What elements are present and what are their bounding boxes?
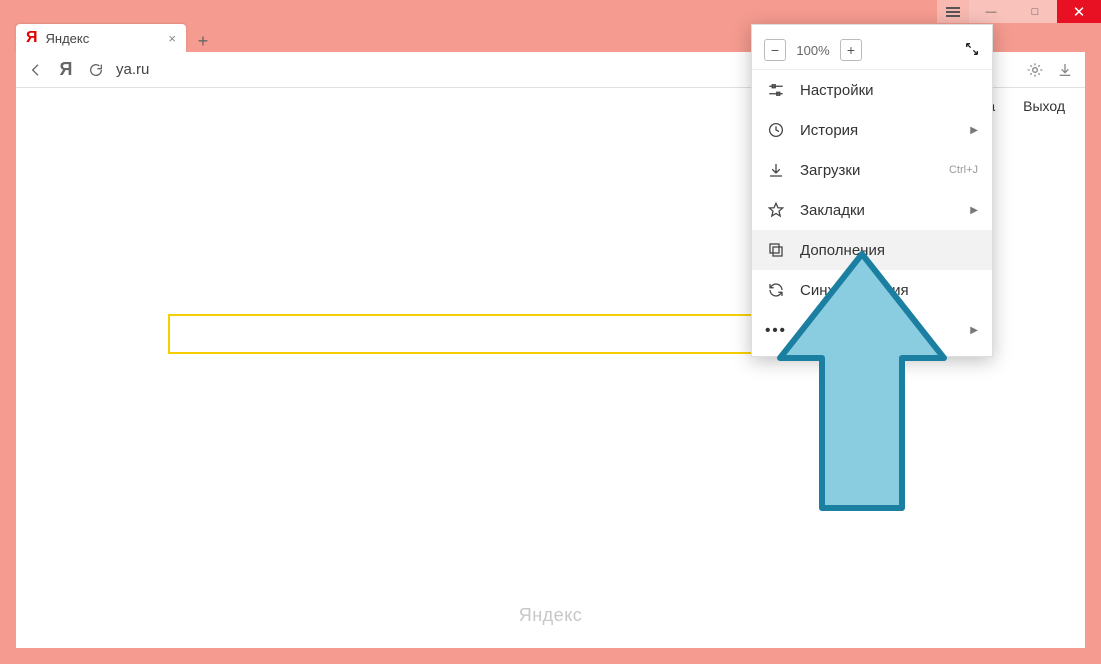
menu-item-extensions[interactable]: Дополнения [752, 230, 992, 270]
zoom-row: − 100% + [752, 31, 992, 70]
menu-label: Настройки [800, 82, 978, 99]
window-minimize-button[interactable]: — [969, 0, 1013, 23]
dots-icon: ••• [766, 322, 786, 339]
reload-button[interactable] [82, 56, 110, 84]
window-maximize-button[interactable]: □ [1013, 0, 1057, 23]
yandex-home-icon[interactable]: Я [52, 56, 80, 84]
titlebar: — □ ✕ [937, 0, 1101, 23]
clock-icon [766, 121, 786, 139]
menu-shortcut: Ctrl+J [949, 164, 978, 176]
menu-label: Загрузки [800, 162, 935, 179]
page-brand-text: Яндекс [519, 605, 583, 626]
sliders-icon [766, 81, 786, 99]
star-icon [766, 201, 786, 219]
menu-item-settings[interactable]: Настройки [752, 70, 992, 110]
tab-close-icon[interactable]: × [168, 31, 176, 46]
download-icon [766, 161, 786, 179]
menu-item-bookmarks[interactable]: Закладки ▶ [752, 190, 992, 230]
settings-gear-button[interactable] [1021, 56, 1049, 84]
main-menu: − 100% + Настройки История ▶ Загрузки Ct… [751, 24, 993, 357]
nav-back-button[interactable] [22, 56, 50, 84]
submenu-arrow-icon: ▶ [970, 325, 978, 336]
menu-item-history[interactable]: История ▶ [752, 110, 992, 150]
tab-title: Яндекс [46, 31, 161, 46]
menu-item-more[interactable]: ••• Дополнительно ▶ [752, 310, 992, 350]
zoom-in-button[interactable]: + [840, 39, 862, 61]
menu-label: Синхронизация [800, 282, 978, 299]
new-tab-button[interactable]: + [192, 30, 214, 52]
menu-item-downloads[interactable]: Загрузки Ctrl+J [752, 150, 992, 190]
menu-item-sync[interactable]: Синхронизация [752, 270, 992, 310]
menu-label: История [800, 122, 956, 139]
sync-icon [766, 281, 786, 299]
yandex-favicon-icon: Я [26, 29, 38, 47]
fullscreen-button[interactable] [964, 41, 980, 60]
submenu-arrow-icon: ▶ [970, 205, 978, 216]
downloads-button[interactable] [1051, 56, 1079, 84]
menu-label: Закладки [800, 202, 956, 219]
browser-tab[interactable]: Я Яндекс × [16, 24, 186, 52]
menu-label: Дополнительно [800, 322, 956, 339]
toolbar-right [1021, 56, 1079, 84]
tabstrip: Я Яндекс × + [16, 24, 214, 52]
menu-label: Дополнения [800, 242, 978, 259]
menu-hamburger-icon[interactable] [937, 0, 969, 23]
page-link-exit[interactable]: Выход [1023, 98, 1065, 114]
url-text: ya.ru [116, 61, 149, 78]
page-top-links: а Выход [987, 98, 1065, 114]
zoom-value: 100% [796, 43, 830, 58]
submenu-arrow-icon: ▶ [970, 125, 978, 136]
extensions-icon [766, 241, 786, 259]
zoom-out-button[interactable]: − [764, 39, 786, 61]
window-close-button[interactable]: ✕ [1057, 0, 1101, 23]
